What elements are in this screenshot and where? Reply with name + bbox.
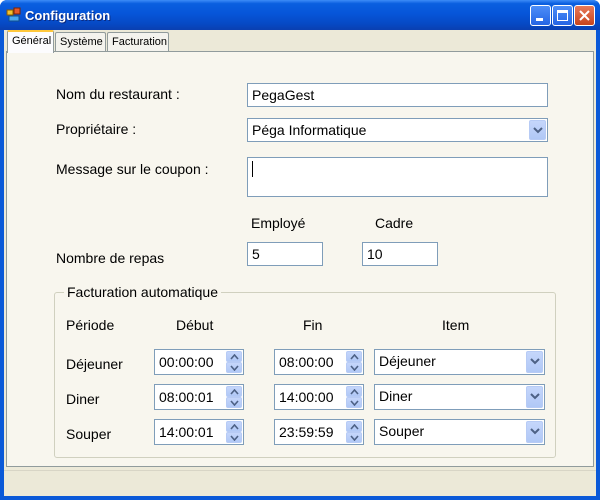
coupon-message-input[interactable] [247, 157, 548, 197]
period-column-header: Période [66, 317, 115, 333]
minimize-icon [536, 18, 543, 21]
maximize-button[interactable] [552, 5, 573, 26]
spin-down-button[interactable] [226, 397, 242, 408]
period-label-breakfast: Déjeuner [66, 356, 123, 372]
configuration-window: Configuration Général Système Facturatio… [0, 0, 600, 500]
close-button[interactable] [574, 5, 595, 26]
chevron-down-icon [533, 127, 543, 134]
spin-up-button[interactable] [346, 421, 362, 432]
item-dropdown-lunch[interactable]: Diner [374, 384, 545, 410]
maximize-icon [557, 10, 568, 21]
arrow-down-icon [230, 365, 239, 371]
close-icon [579, 10, 590, 21]
meals-employee-input[interactable]: 5 [247, 242, 323, 266]
arrow-up-icon [230, 424, 239, 430]
spin-up-button[interactable] [226, 351, 242, 362]
start-time-dinner[interactable]: 14:00:01 [154, 419, 244, 445]
spin-up-button[interactable] [346, 351, 362, 362]
app-icon [6, 7, 21, 22]
chevron-down-icon [530, 393, 540, 400]
dialog-body: Général Système Facturation Nom du resta… [4, 30, 596, 496]
tab-system[interactable]: Système [55, 32, 106, 52]
end-time-lunch[interactable]: 14:00:00 [274, 384, 364, 410]
arrow-up-icon [230, 389, 239, 395]
tab-billing[interactable]: Facturation [107, 32, 169, 52]
start-time-lunch[interactable]: 08:00:01 [154, 384, 244, 410]
spin-down-button[interactable] [226, 432, 242, 443]
manager-column-header: Cadre [375, 215, 414, 231]
spin-down-button[interactable] [346, 397, 362, 408]
owner-dropdown-button[interactable] [529, 120, 546, 140]
end-time-breakfast[interactable]: 08:00:00 [274, 349, 364, 375]
tab-general[interactable]: Général [7, 30, 54, 53]
item-column-header: Item [442, 317, 470, 333]
item-dropdown-button[interactable] [526, 351, 543, 373]
period-label-dinner: Souper [66, 426, 112, 442]
arrow-up-icon [350, 424, 359, 430]
general-tab-page: Nom du restaurant : PegaGest Propriétair… [6, 51, 594, 467]
end-column-header: Fin [303, 317, 323, 333]
spin-up-button[interactable] [346, 386, 362, 397]
spin-down-button[interactable] [226, 362, 242, 373]
restaurant-name-input[interactable]: PegaGest [247, 83, 548, 107]
item-dropdown-button[interactable] [526, 421, 543, 443]
owner-dropdown[interactable]: Péga Informatique [247, 118, 548, 142]
meals-manager-input[interactable]: 10 [362, 242, 438, 266]
minimize-button[interactable] [530, 5, 551, 26]
title-bar[interactable]: Configuration [0, 0, 600, 30]
item-dropdown-button[interactable] [526, 386, 543, 408]
window-title: Configuration [25, 8, 111, 23]
spin-up-button[interactable] [226, 386, 242, 397]
chevron-down-icon [530, 358, 540, 365]
spin-down-button[interactable] [346, 362, 362, 373]
status-bar [4, 470, 596, 496]
arrow-up-icon [230, 354, 239, 360]
arrow-down-icon [350, 435, 359, 441]
spin-up-button[interactable] [226, 421, 242, 432]
arrow-down-icon [350, 365, 359, 371]
chevron-down-icon [530, 428, 540, 435]
restaurant-name-label: Nom du restaurant : [56, 86, 180, 102]
coupon-message-label: Message sur le coupon : [56, 161, 209, 177]
owner-selected-value: Péga Informatique [252, 122, 367, 138]
auto-billing-group: Facturation automatique Période Début Fi… [54, 284, 556, 458]
arrow-down-icon [230, 400, 239, 406]
meals-count-label: Nombre de repas [56, 250, 165, 266]
arrow-down-icon [350, 400, 359, 406]
arrow-down-icon [230, 435, 239, 441]
arrow-up-icon [350, 354, 359, 360]
start-time-breakfast[interactable]: 00:00:00 [154, 349, 244, 375]
spin-down-button[interactable] [346, 432, 362, 443]
end-time-dinner[interactable]: 23:59:59 [274, 419, 364, 445]
item-dropdown-dinner[interactable]: Souper [374, 419, 545, 445]
text-caret [252, 161, 253, 177]
auto-billing-group-title: Facturation automatique [64, 284, 221, 300]
owner-label: Propriétaire : [56, 121, 137, 137]
period-label-lunch: Diner [66, 391, 100, 407]
employee-column-header: Employé [251, 215, 306, 231]
start-column-header: Début [176, 317, 214, 333]
item-dropdown-breakfast[interactable]: Déjeuner [374, 349, 545, 375]
arrow-up-icon [350, 389, 359, 395]
